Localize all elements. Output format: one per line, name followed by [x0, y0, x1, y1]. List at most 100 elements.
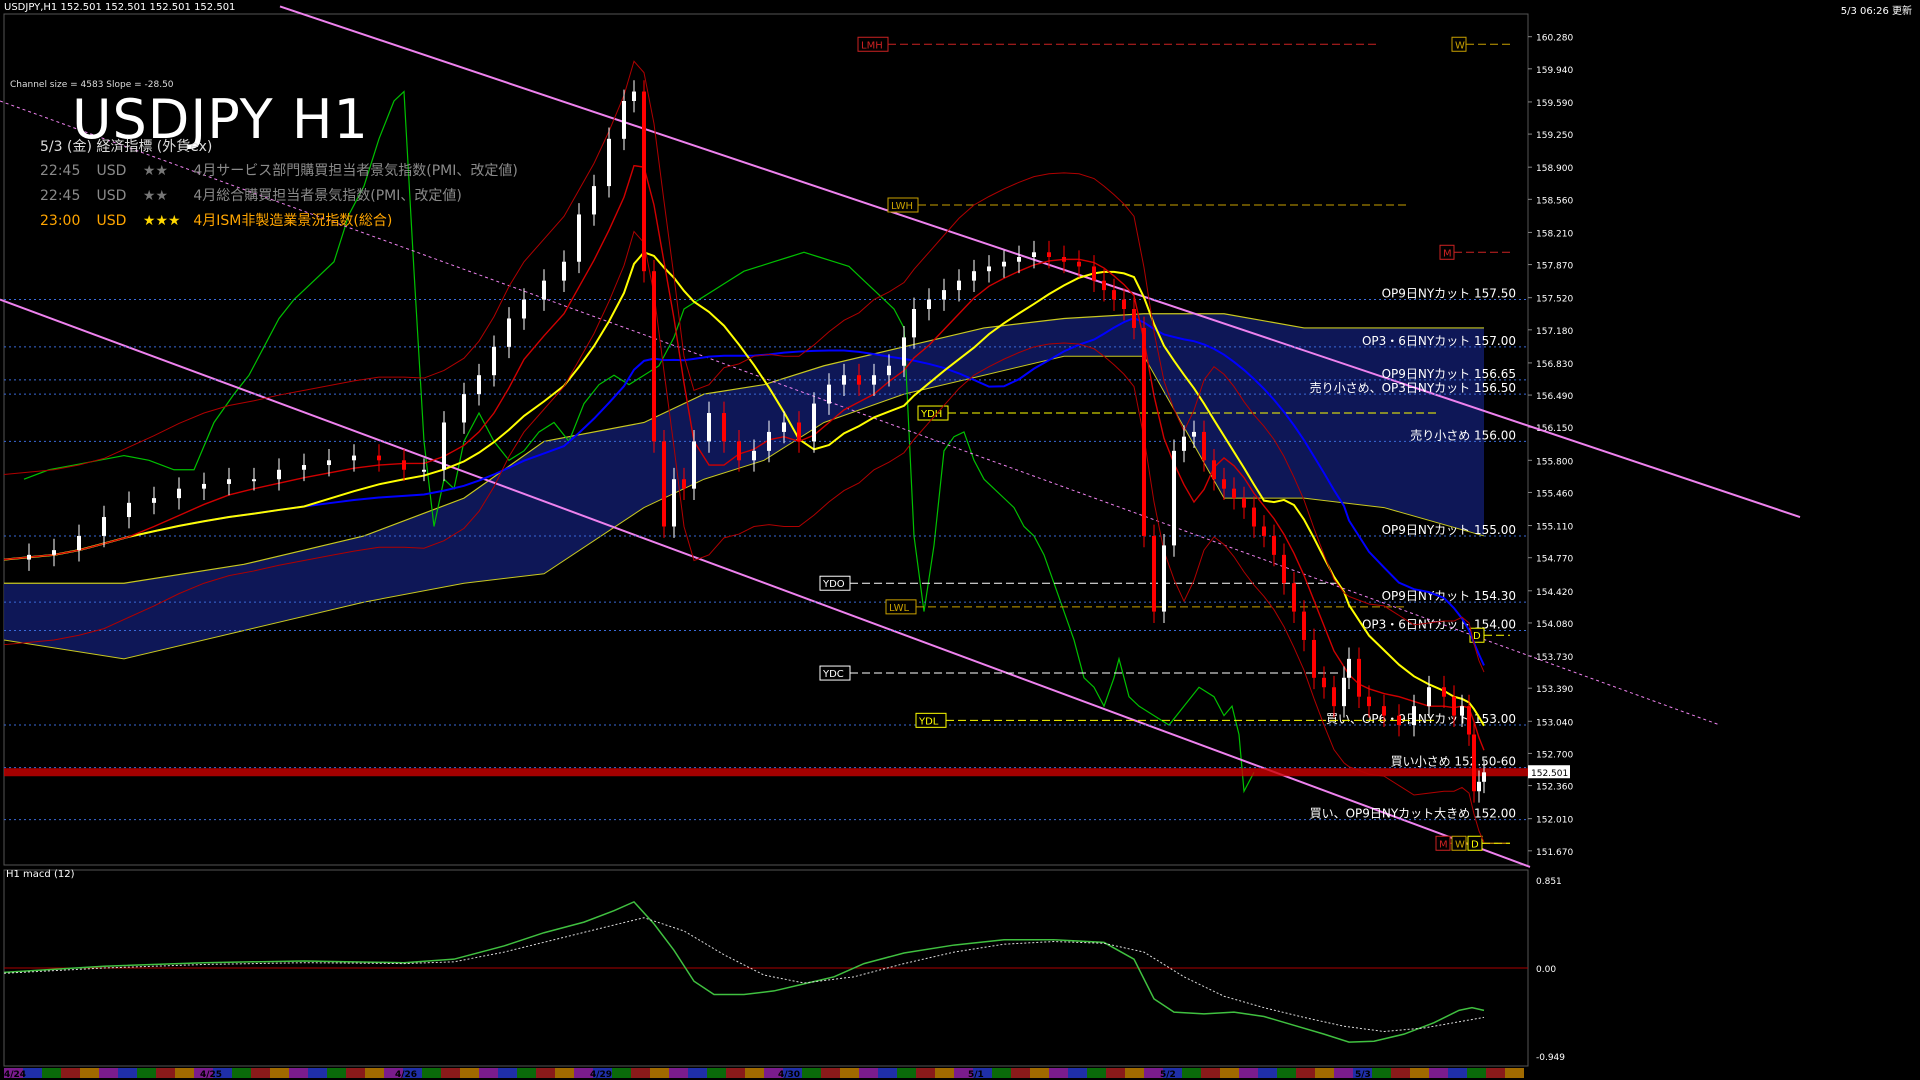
- date-bar-segment: [745, 1068, 764, 1078]
- level-label: 買い小さめ 152.50-60: [1391, 755, 1516, 769]
- marker-label: W: [1455, 40, 1465, 51]
- candle-body: [1112, 290, 1116, 300]
- candle-body: [737, 441, 741, 461]
- candle-body: [722, 413, 726, 442]
- candle-body: [622, 100, 626, 139]
- current-price-band: [4, 768, 1528, 777]
- candle-body: [797, 422, 801, 442]
- candle-body: [887, 365, 891, 376]
- candle-body: [1192, 431, 1196, 437]
- date-bar-segment: [992, 1068, 1011, 1078]
- date-bar-segment: [1106, 1068, 1125, 1078]
- date-bar-segment: [935, 1068, 954, 1078]
- date-bar-segment: [897, 1068, 916, 1078]
- date-bar-segment: [536, 1068, 555, 1078]
- event-time: 22:45: [40, 188, 81, 204]
- candle-body: [957, 280, 961, 291]
- candle-body: [302, 465, 306, 470]
- y-tick-label: 155.800: [1536, 457, 1573, 467]
- candle-body: [422, 469, 426, 472]
- date-bar-segment: [802, 1068, 821, 1078]
- x-tick-label: 4/24: [4, 1070, 26, 1080]
- candle-body: [1302, 611, 1306, 640]
- candle-body: [27, 554, 31, 560]
- level-label: 買い、OP9日NYカット大きめ 152.00: [1310, 807, 1516, 821]
- candle-body: [972, 271, 976, 281]
- macd-label: H1 macd (12): [6, 869, 75, 880]
- candle-body: [1182, 436, 1186, 451]
- candle-body: [842, 375, 846, 385]
- macd-tick-label: -0.949: [1536, 1053, 1565, 1063]
- candle-body: [1282, 554, 1286, 584]
- candle-body: [352, 455, 356, 461]
- candle-body: [1252, 507, 1256, 527]
- updated-time: 5/3 06:26 更新: [1840, 6, 1912, 17]
- candle-body: [542, 280, 546, 300]
- date-bar-segment: [1011, 1068, 1030, 1078]
- x-tick-label: 5/1: [968, 1070, 984, 1080]
- date-bar-segment: [650, 1068, 669, 1078]
- candle-body: [1102, 280, 1106, 291]
- date-bar-segment: [1277, 1068, 1296, 1078]
- y-tick-label: 151.670: [1536, 848, 1573, 858]
- current-price-label: 152.501: [1531, 769, 1568, 779]
- candle-body: [642, 91, 646, 272]
- event-stars: ★★★: [142, 213, 181, 229]
- candle-body: [377, 455, 381, 461]
- candle-body: [1332, 687, 1336, 707]
- y-tick-label: 159.590: [1536, 99, 1573, 109]
- x-tick-label: 4/29: [590, 1070, 612, 1080]
- date-bar-segment: [1220, 1068, 1239, 1078]
- candle-body: [1442, 687, 1446, 697]
- date-bar-segment: [631, 1068, 650, 1078]
- date-bar-segment: [42, 1068, 61, 1078]
- candle-body: [1482, 772, 1486, 782]
- candle-body: [1162, 545, 1166, 612]
- candle-body: [277, 469, 281, 480]
- candle-body: [227, 479, 231, 484]
- candle-body: [1002, 261, 1006, 267]
- candle-body: [827, 384, 831, 404]
- date-bar-segment: [1201, 1068, 1220, 1078]
- event-time: 23:00: [40, 213, 81, 229]
- y-tick-label: 158.900: [1536, 164, 1573, 174]
- candle-body: [1477, 781, 1481, 792]
- y-tick-label: 159.940: [1536, 66, 1573, 76]
- date-bar-segment: [422, 1068, 441, 1078]
- candle-body: [857, 375, 861, 385]
- event-name: 4月総合購買担当者景気指数(PMI、改定値): [193, 188, 462, 204]
- candle-body: [767, 431, 771, 451]
- candle-body: [632, 91, 636, 101]
- candle-body: [402, 460, 406, 470]
- y-tick-label: 152.360: [1536, 783, 1573, 793]
- x-tick-label: 4/26: [395, 1070, 417, 1080]
- candle-body: [1427, 687, 1431, 707]
- level-label: 買い、OP6・9日NYカット 153.00: [1326, 712, 1516, 726]
- y-tick-label: 153.730: [1536, 653, 1573, 663]
- candle-body: [872, 375, 876, 385]
- candle-body: [52, 550, 56, 555]
- date-bar-segment: [99, 1068, 118, 1078]
- date-bar-segment: [1125, 1068, 1144, 1078]
- candle-body: [77, 535, 81, 551]
- event-currency: USD: [96, 188, 127, 204]
- marker-label: YDC: [822, 669, 844, 680]
- candle-body: [912, 309, 916, 338]
- candle-body: [102, 517, 106, 536]
- candle-body: [1212, 460, 1216, 480]
- candle-body: [202, 483, 206, 489]
- candle-body: [127, 502, 131, 518]
- candle-body: [1202, 431, 1206, 461]
- candle-body: [782, 422, 786, 432]
- symbol-info: USDJPY,H1 152.501 152.501 152.501 152.50…: [4, 2, 236, 13]
- y-tick-label: 153.040: [1536, 718, 1573, 728]
- y-tick-label: 154.420: [1536, 588, 1573, 598]
- y-tick-label: 154.080: [1536, 620, 1573, 630]
- candle-body: [942, 290, 946, 300]
- level-label: OP9日NYカット 154.30: [1382, 589, 1516, 603]
- date-bar-segment: [878, 1068, 897, 1078]
- date-bar-segment: [441, 1068, 460, 1078]
- candle-body: [752, 450, 756, 461]
- candle-body: [492, 346, 496, 376]
- marker-label: M: [1439, 839, 1448, 850]
